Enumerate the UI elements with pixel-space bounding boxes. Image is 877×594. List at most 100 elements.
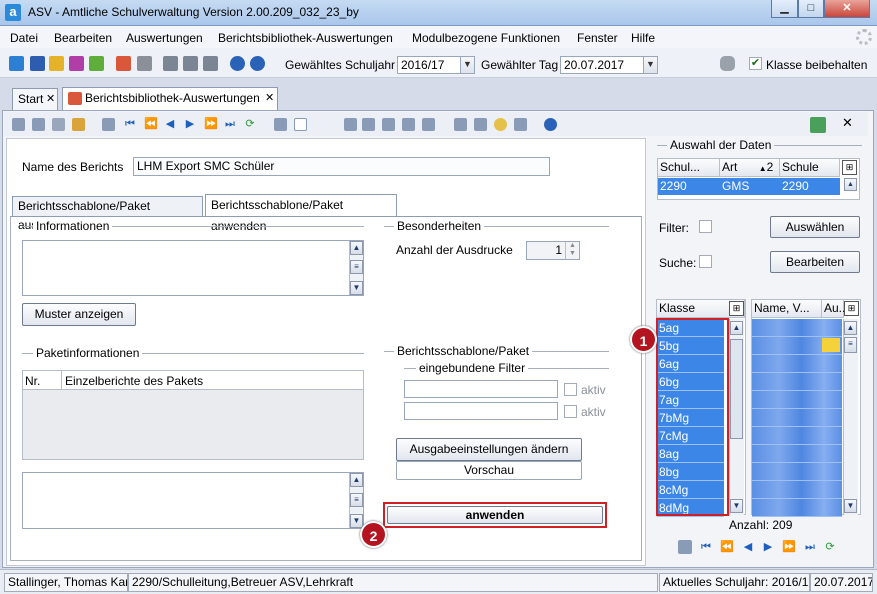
scroll-down-icon[interactable]: ▼ <box>350 281 363 295</box>
paket-col-einzelberichte[interactable]: Einzelberichte des Pakets <box>65 374 203 388</box>
row-schule[interactable]: 2290 <box>780 178 840 195</box>
class-icon[interactable] <box>30 56 45 71</box>
document-icon[interactable] <box>102 118 115 131</box>
next-page-icon[interactable]: ⏩ <box>782 541 796 553</box>
tab-berichtsbibliothek[interactable]: Berichtsbibliothek-Auswertungen ✕ <box>62 87 278 111</box>
filter-checkbox[interactable] <box>699 220 712 233</box>
scroll-up-icon[interactable]: ▲ <box>730 321 743 335</box>
schuljahr-select[interactable]: 2016/17 ▼ <box>397 56 475 74</box>
next-record-icon[interactable]: ▶ <box>184 118 196 130</box>
copy-icon[interactable] <box>362 118 375 131</box>
copy-icon[interactable] <box>163 56 178 71</box>
column-chooser-icon[interactable]: ⊞ <box>844 301 859 316</box>
save-icon[interactable] <box>12 118 25 131</box>
cut-icon[interactable] <box>344 118 357 131</box>
scroll-up-icon[interactable]: ▲ <box>844 321 857 335</box>
chevron-down-icon[interactable]: ▼ <box>460 57 474 73</box>
suche-checkbox[interactable] <box>699 255 712 268</box>
settings-icon[interactable] <box>514 118 527 131</box>
schueler-row[interactable] <box>752 481 842 499</box>
minimize-button[interactable]: ▁ <box>771 0 798 18</box>
schueler-row[interactable] <box>752 445 842 463</box>
delete-icon[interactable] <box>52 118 65 131</box>
col-name[interactable]: Name, V... <box>752 300 822 318</box>
menu-datei[interactable]: Datei <box>10 31 38 45</box>
row-art[interactable]: GMS <box>720 178 780 195</box>
teacher-icon[interactable] <box>69 56 84 71</box>
maximize-button[interactable]: □ <box>798 0 824 18</box>
arrow-left-icon[interactable] <box>274 118 287 131</box>
next-page-icon[interactable]: ⏩ <box>204 118 218 130</box>
preview-icon[interactable] <box>474 118 487 131</box>
close-window-button[interactable]: ✕ <box>824 0 870 18</box>
vorschau-button[interactable]: Vorschau <box>396 461 582 480</box>
anwenden-button[interactable]: anwenden <box>387 506 603 524</box>
previous-record-icon[interactable]: ◀ <box>164 118 176 130</box>
next-record-icon[interactable]: ▶ <box>762 541 774 553</box>
lightning-icon[interactable] <box>203 56 218 71</box>
tab-start[interactable]: Start ✕ <box>12 88 58 110</box>
informationen-scrollbar[interactable]: ▲ ≡ ▼ <box>349 241 363 295</box>
help-icon[interactable] <box>250 56 265 71</box>
scroll-down-icon[interactable]: ▼ <box>844 499 857 513</box>
row-schulnummer[interactable]: 2290 <box>658 178 720 195</box>
bericht-name-field[interactable]: LHM Export SMC Schüler <box>133 157 550 176</box>
scroll-up-icon[interactable]: ▲ <box>350 241 363 255</box>
last-record-icon[interactable]: ⏭ <box>804 541 816 553</box>
klassen-scrollbar[interactable]: ▲ ▼ <box>729 319 744 515</box>
tag-select[interactable]: 20.07.2017 ▼ <box>560 56 658 74</box>
paket-details-scrollbar[interactable]: ▲ ≡ ▼ <box>349 473 363 528</box>
chevron-down-icon[interactable]: ▼ <box>643 57 657 73</box>
people-group-icon[interactable] <box>9 56 24 71</box>
anzahl-ausdrucke-spinner[interactable]: 1 ▲ ▼ <box>526 241 580 260</box>
hand-icon[interactable] <box>720 56 735 71</box>
edit-icon[interactable] <box>72 118 85 131</box>
scroll-down-icon[interactable]: ▼ <box>730 499 743 513</box>
column-chooser-icon[interactable]: ⊞ <box>842 160 857 175</box>
reports-icon[interactable] <box>116 56 131 71</box>
lightbulb-icon[interactable] <box>494 118 507 131</box>
paste-icon[interactable] <box>382 118 395 131</box>
menu-berichtsbibliothek[interactable]: Berichtsbibliothek-Auswertungen <box>218 31 393 45</box>
close-panel-icon[interactable]: ✕ <box>842 115 853 131</box>
info-icon[interactable] <box>230 56 245 71</box>
ausgabeeinstellungen-button[interactable]: Ausgabeeinstellungen ändern <box>396 438 582 461</box>
col-schulnummer[interactable]: Schul... ▲1 <box>658 159 720 191</box>
filter-1-field[interactable] <box>404 380 558 398</box>
students-icon[interactable] <box>49 56 64 71</box>
schueler-row[interactable] <box>752 409 842 427</box>
klasse-beibehalten-checkbox[interactable]: ✔ <box>749 57 762 70</box>
format-icon[interactable] <box>422 118 435 131</box>
schueler-scrollbar[interactable]: ▲ ≡ ▼ <box>843 319 858 515</box>
muster-anzeigen-button[interactable]: Muster anzeigen <box>22 303 136 326</box>
informationen-textarea[interactable]: ▲ ≡ ▼ <box>22 240 364 296</box>
refresh-icon[interactable]: ⟳ <box>244 118 256 130</box>
refresh-icon[interactable]: ⟳ <box>824 541 836 553</box>
close-icon[interactable]: ✕ <box>265 88 274 108</box>
refresh-data-icon[interactable] <box>810 117 826 133</box>
subtab-auswaehlen[interactable]: Berichtsschablone/Paket auswählen <box>12 196 203 232</box>
first-record-icon[interactable]: ⏮ <box>700 541 712 553</box>
new-document-icon[interactable] <box>294 118 307 131</box>
schueler-row[interactable] <box>752 427 842 445</box>
folder-icon[interactable] <box>678 540 692 554</box>
scroll-down-icon[interactable]: ▼ <box>350 514 363 528</box>
schueler-row[interactable] <box>752 373 842 391</box>
col-au[interactable]: Au... <box>822 300 849 318</box>
subtab-anwenden[interactable]: Berichtsschablone/Paket anwenden <box>205 194 397 233</box>
menu-auswertungen[interactable]: Auswertungen <box>126 31 203 45</box>
previous-page-icon[interactable]: ⏪ <box>720 541 734 553</box>
close-icon[interactable]: ✕ <box>46 89 55 109</box>
col-schule[interactable]: Schule <box>780 159 840 177</box>
filter-1-aktiv-checkbox[interactable] <box>564 383 577 396</box>
last-record-icon[interactable]: ⏭ <box>224 118 236 130</box>
filter-2-field[interactable] <box>404 402 558 420</box>
schueler-row[interactable] <box>752 391 842 409</box>
schueler-row[interactable] <box>752 355 842 373</box>
menu-modulbezogene-funktionen[interactable]: Modulbezogene Funktionen <box>412 31 560 45</box>
column-chooser-icon[interactable]: ⊞ <box>729 301 744 316</box>
auswaehlen-button[interactable]: Auswählen <box>770 216 860 238</box>
paste-special-icon[interactable] <box>402 118 415 131</box>
filter-2-aktiv-checkbox[interactable] <box>564 405 577 418</box>
schueler-row[interactable] <box>752 463 842 481</box>
